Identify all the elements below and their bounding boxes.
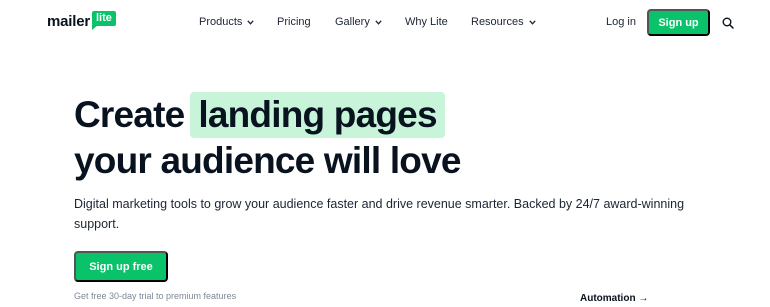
hero-subtext: Digital marketing tools to grow your aud… <box>74 197 685 231</box>
nav-item-products[interactable]: Products <box>199 15 255 29</box>
hero-headline: Create landing pages your audience will l… <box>74 92 461 184</box>
nav-item-resources[interactable]: Resources <box>471 15 536 29</box>
signup-free-button[interactable]: Sign up free <box>74 251 168 282</box>
nav-item-why-lite[interactable]: Why Lite <box>405 15 448 29</box>
nav-item-pricing[interactable]: Pricing <box>277 15 311 29</box>
headline-line-1: Create landing pages <box>74 92 461 138</box>
trial-note: Get free 30-day trial to premium feature… <box>74 291 237 301</box>
headline-prefix: Create <box>74 94 185 135</box>
site-header: mailer lite Products Pricing Gallery Why… <box>0 0 770 45</box>
headline-line-2: your audience will love <box>74 140 461 181</box>
nav-item-label: Products <box>199 16 243 28</box>
chevron-down-icon <box>247 19 255 25</box>
search-icon[interactable] <box>722 16 734 29</box>
nav-item-label: Pricing <box>277 16 311 28</box>
automation-link[interactable]: Automation → <box>580 292 648 305</box>
page: mailer lite Products Pricing Gallery Why… <box>0 0 770 307</box>
nav-item-label: Gallery <box>335 16 370 28</box>
login-link[interactable]: Log in <box>606 15 636 29</box>
nav-item-gallery[interactable]: Gallery <box>335 15 382 29</box>
chevron-down-icon <box>528 19 536 25</box>
nav-item-label: Why Lite <box>405 16 448 28</box>
chevron-down-icon <box>375 19 382 25</box>
signup-button[interactable]: Sign up <box>647 9 710 36</box>
headline-highlight: landing pages <box>190 92 445 138</box>
nav-item-label: Resources <box>471 16 524 28</box>
